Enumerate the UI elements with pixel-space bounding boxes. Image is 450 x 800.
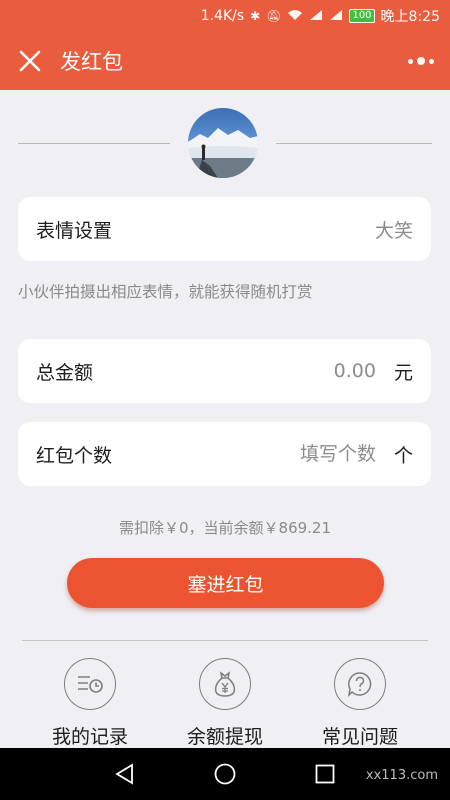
home-button[interactable] — [213, 762, 237, 786]
faq-label: 常见问题 — [321, 726, 398, 748]
expression-hint: 小伙伴拍摄出相应表情，就能获得随机打赏 — [18, 283, 313, 301]
packet-count-label: 红包个数 — [36, 444, 113, 467]
recents-square-icon — [315, 764, 335, 784]
total-amount-input[interactable] — [215, 360, 376, 382]
money-bag-icon — [214, 671, 236, 697]
bluetooth-icon: ✱ — [250, 9, 261, 23]
more-icon — [408, 58, 413, 64]
battery-icon: 100 — [349, 9, 375, 23]
withdraw-balance-button[interactable]: 余额提现 — [165, 658, 285, 748]
my-records-button[interactable]: 我的记录 — [30, 658, 150, 748]
status-time: 晚上8:25 — [380, 9, 440, 25]
divider-left — [18, 143, 170, 144]
total-amount-label: 总金额 — [36, 361, 94, 384]
divider-right — [276, 143, 432, 144]
mute-icon: 🔕︎ — [266, 9, 282, 23]
navigation-bar: xx113.com — [0, 748, 450, 800]
submit-red-packet-button[interactable]: 塞进红包 — [67, 558, 384, 608]
more-icon-right — [429, 58, 434, 64]
close-icon — [19, 50, 41, 72]
watermark: xx113.com — [365, 768, 438, 783]
question-icon — [347, 672, 372, 698]
signal-icon — [309, 9, 323, 24]
packet-count-row: 红包个数 个 — [18, 422, 431, 486]
balance-note: 需扣除￥0，当前余额￥869.21 — [118, 519, 332, 537]
packet-count-input[interactable] — [215, 443, 376, 465]
mountain-landscape-image — [188, 128, 258, 178]
records-icon — [78, 676, 103, 693]
more-icon-center — [417, 57, 425, 65]
wifi-icon — [287, 9, 303, 24]
network-speed: 1.4K/s — [200, 8, 245, 24]
withdraw-balance-label: 余额提现 — [186, 726, 263, 748]
signal-icon-2 — [329, 9, 343, 24]
app-bar: 发红包 — [0, 32, 450, 90]
total-amount-unit: 元 — [393, 361, 413, 384]
close-button[interactable] — [0, 32, 60, 90]
expression-label: 表情设置 — [36, 219, 113, 242]
records-icon-circle — [64, 658, 116, 710]
home-circle-icon — [214, 763, 236, 785]
recents-button[interactable] — [313, 762, 337, 786]
money-bag-icon-circle — [199, 658, 251, 710]
back-triangle-icon — [115, 763, 133, 785]
page-title: 发红包 — [60, 50, 123, 74]
more-button[interactable] — [406, 50, 436, 72]
expression-value: 大笑 — [374, 219, 413, 242]
back-button[interactable] — [113, 762, 137, 786]
total-amount-row: 总金额 元 — [18, 339, 431, 403]
avatar — [188, 108, 258, 178]
question-icon-circle — [334, 658, 386, 710]
avatar-row — [0, 108, 450, 180]
my-records-label: 我的记录 — [51, 726, 128, 748]
expression-setting-row[interactable]: 表情设置 大笑 — [18, 197, 431, 261]
section-divider — [22, 640, 428, 641]
faq-button[interactable]: 常见问题 — [300, 658, 420, 748]
packet-count-unit: 个 — [393, 444, 413, 467]
status-bar: 1.4K/s ✱ 🔕︎ 100 晚上8:25 — [0, 0, 450, 32]
